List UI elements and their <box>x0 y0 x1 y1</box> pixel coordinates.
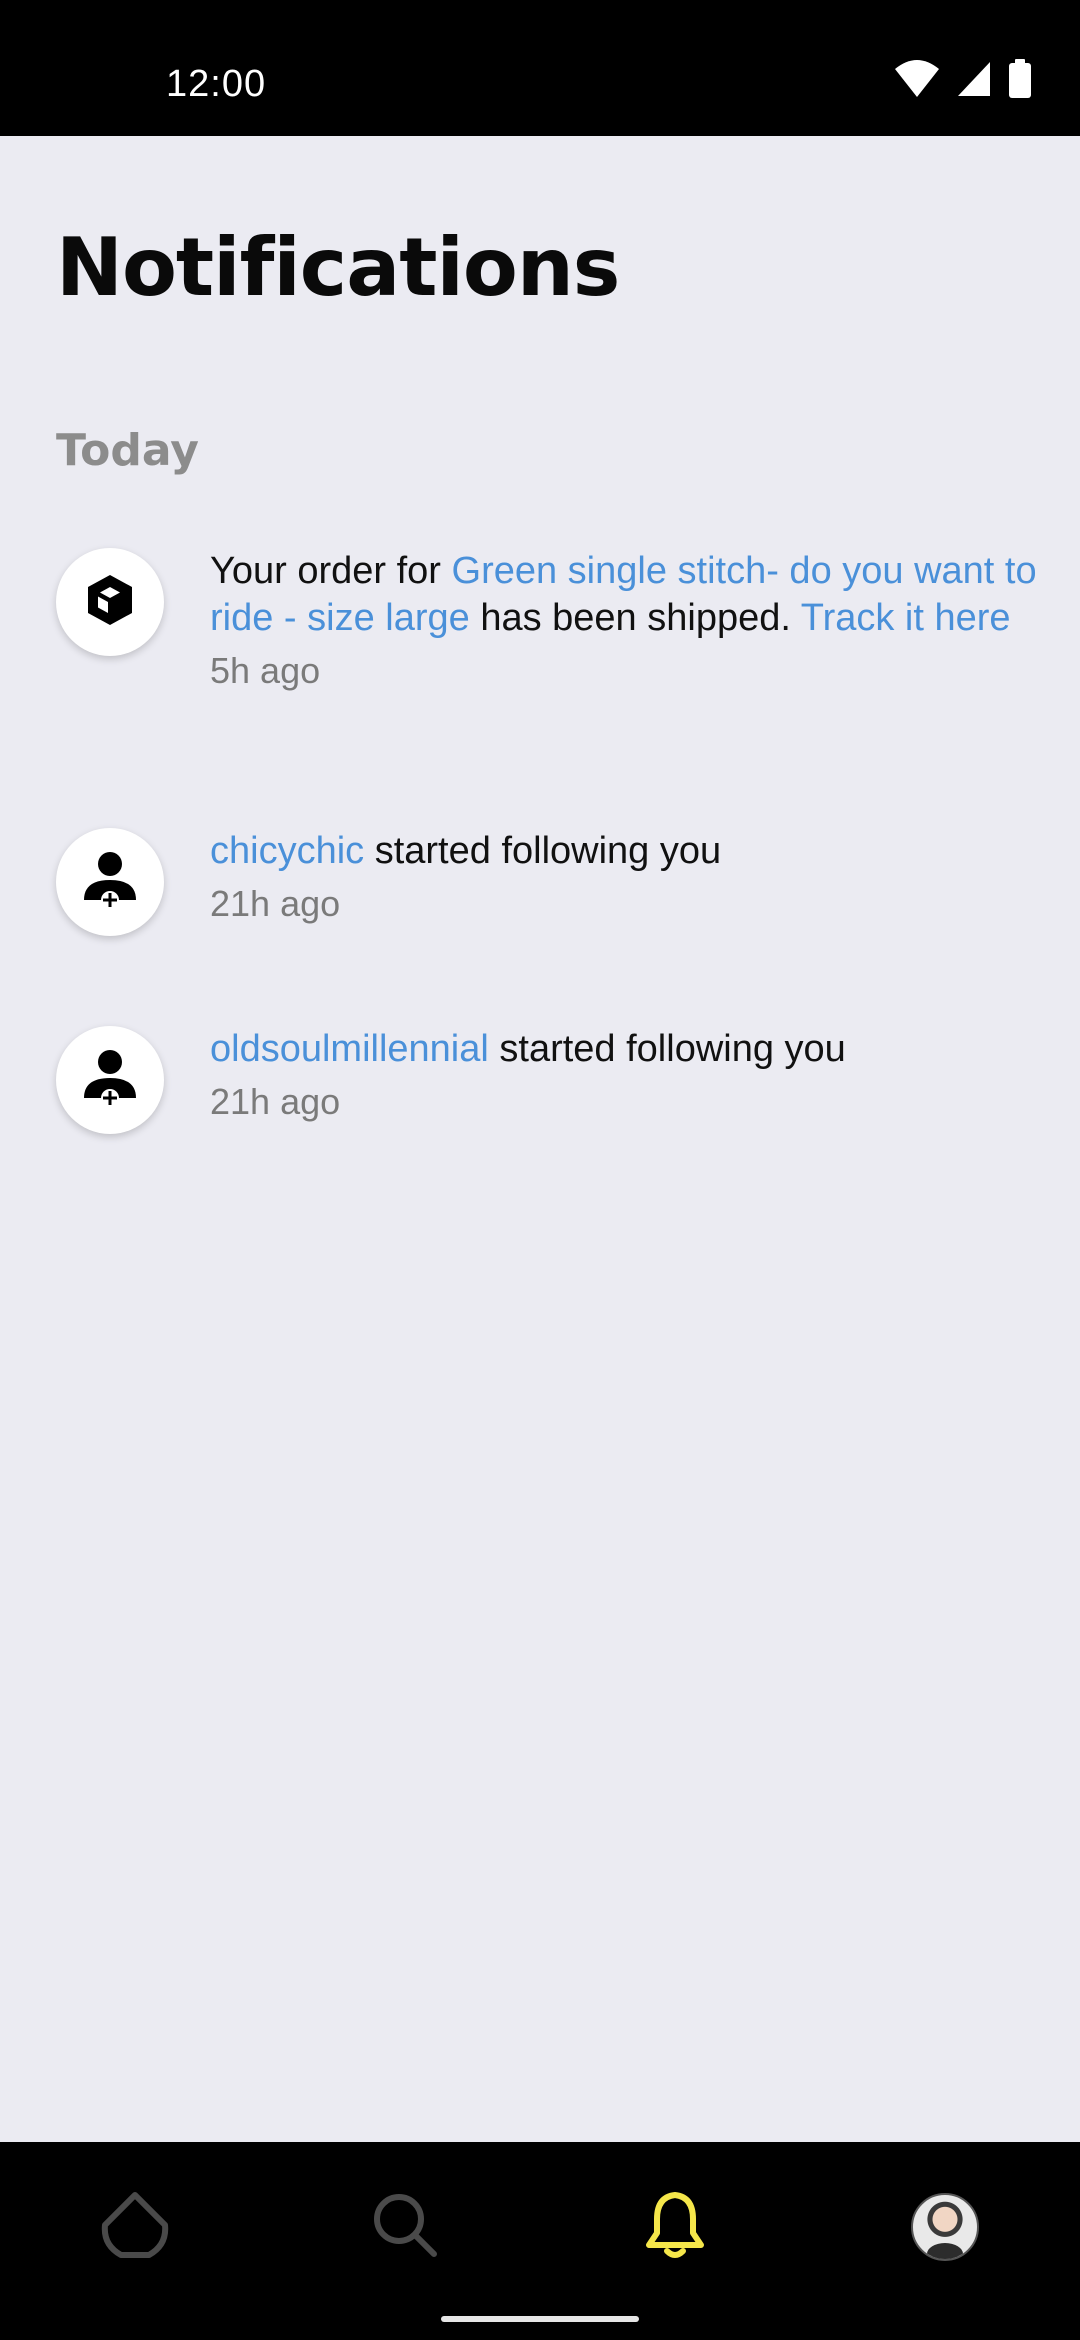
notification-follow-chicychic[interactable]: chicychic started following you 21h ago <box>56 828 1026 938</box>
bottom-nav <box>0 2142 1080 2340</box>
package-box-icon <box>84 572 136 632</box>
section-heading-today: Today <box>56 425 199 476</box>
home-indicator <box>441 2316 639 2322</box>
status-icons <box>894 59 1032 103</box>
notification-body: Your order for Green single stitch- do y… <box>210 548 1060 694</box>
user-link-chicychic[interactable]: chicychic <box>210 830 364 872</box>
notification-icon-badge <box>56 548 164 656</box>
wifi-icon <box>894 59 940 103</box>
notification-time: 21h ago <box>210 883 341 924</box>
person-add-icon <box>80 1046 140 1114</box>
profile-avatar <box>911 2193 979 2261</box>
nav-home[interactable] <box>90 2182 180 2272</box>
bell-icon <box>643 2189 707 2265</box>
notification-text-suffix: has been shipped. <box>469 597 801 639</box>
track-order-link[interactable]: Track it here <box>801 597 1011 639</box>
notification-body: oldsoulmillennial started following you … <box>210 1026 1060 1125</box>
notification-text-suffix: started following you <box>364 830 722 872</box>
notification-icon-badge <box>56 1026 164 1134</box>
user-link-oldsoulmillennial[interactable]: oldsoulmillennial <box>210 1028 489 1070</box>
nav-notifications[interactable] <box>630 2182 720 2272</box>
notification-time: 21h ago <box>210 1081 341 1122</box>
status-bar: 12:00 <box>0 0 1080 136</box>
status-time: 12:00 <box>166 63 267 105</box>
notification-text: Your order for Green single stitch- do y… <box>210 548 1060 642</box>
notification-time: 5h ago <box>210 650 321 691</box>
notification-text: chicychic started following you <box>210 828 1060 875</box>
notification-body: chicychic started following you 21h ago <box>210 828 1060 927</box>
notification-order-shipped[interactable]: Your order for Green single stitch- do y… <box>56 548 1037 738</box>
search-icon <box>370 2190 440 2264</box>
home-icon <box>97 2189 173 2265</box>
nav-search[interactable] <box>360 2182 450 2272</box>
page-title: Notifications <box>56 221 620 314</box>
notification-text-prefix: Your order for <box>210 550 452 592</box>
notification-follow-oldsoulmillennial[interactable]: oldsoulmillennial started following you … <box>56 1026 1026 1136</box>
battery-icon <box>1008 59 1032 103</box>
notification-icon-badge <box>56 828 164 936</box>
person-add-icon <box>80 848 140 916</box>
notification-text: oldsoulmillennial started following you <box>210 1026 1060 1073</box>
cellular-signal-icon <box>956 60 992 102</box>
notification-text-suffix: started following you <box>488 1028 846 1070</box>
nav-profile[interactable] <box>900 2182 990 2272</box>
